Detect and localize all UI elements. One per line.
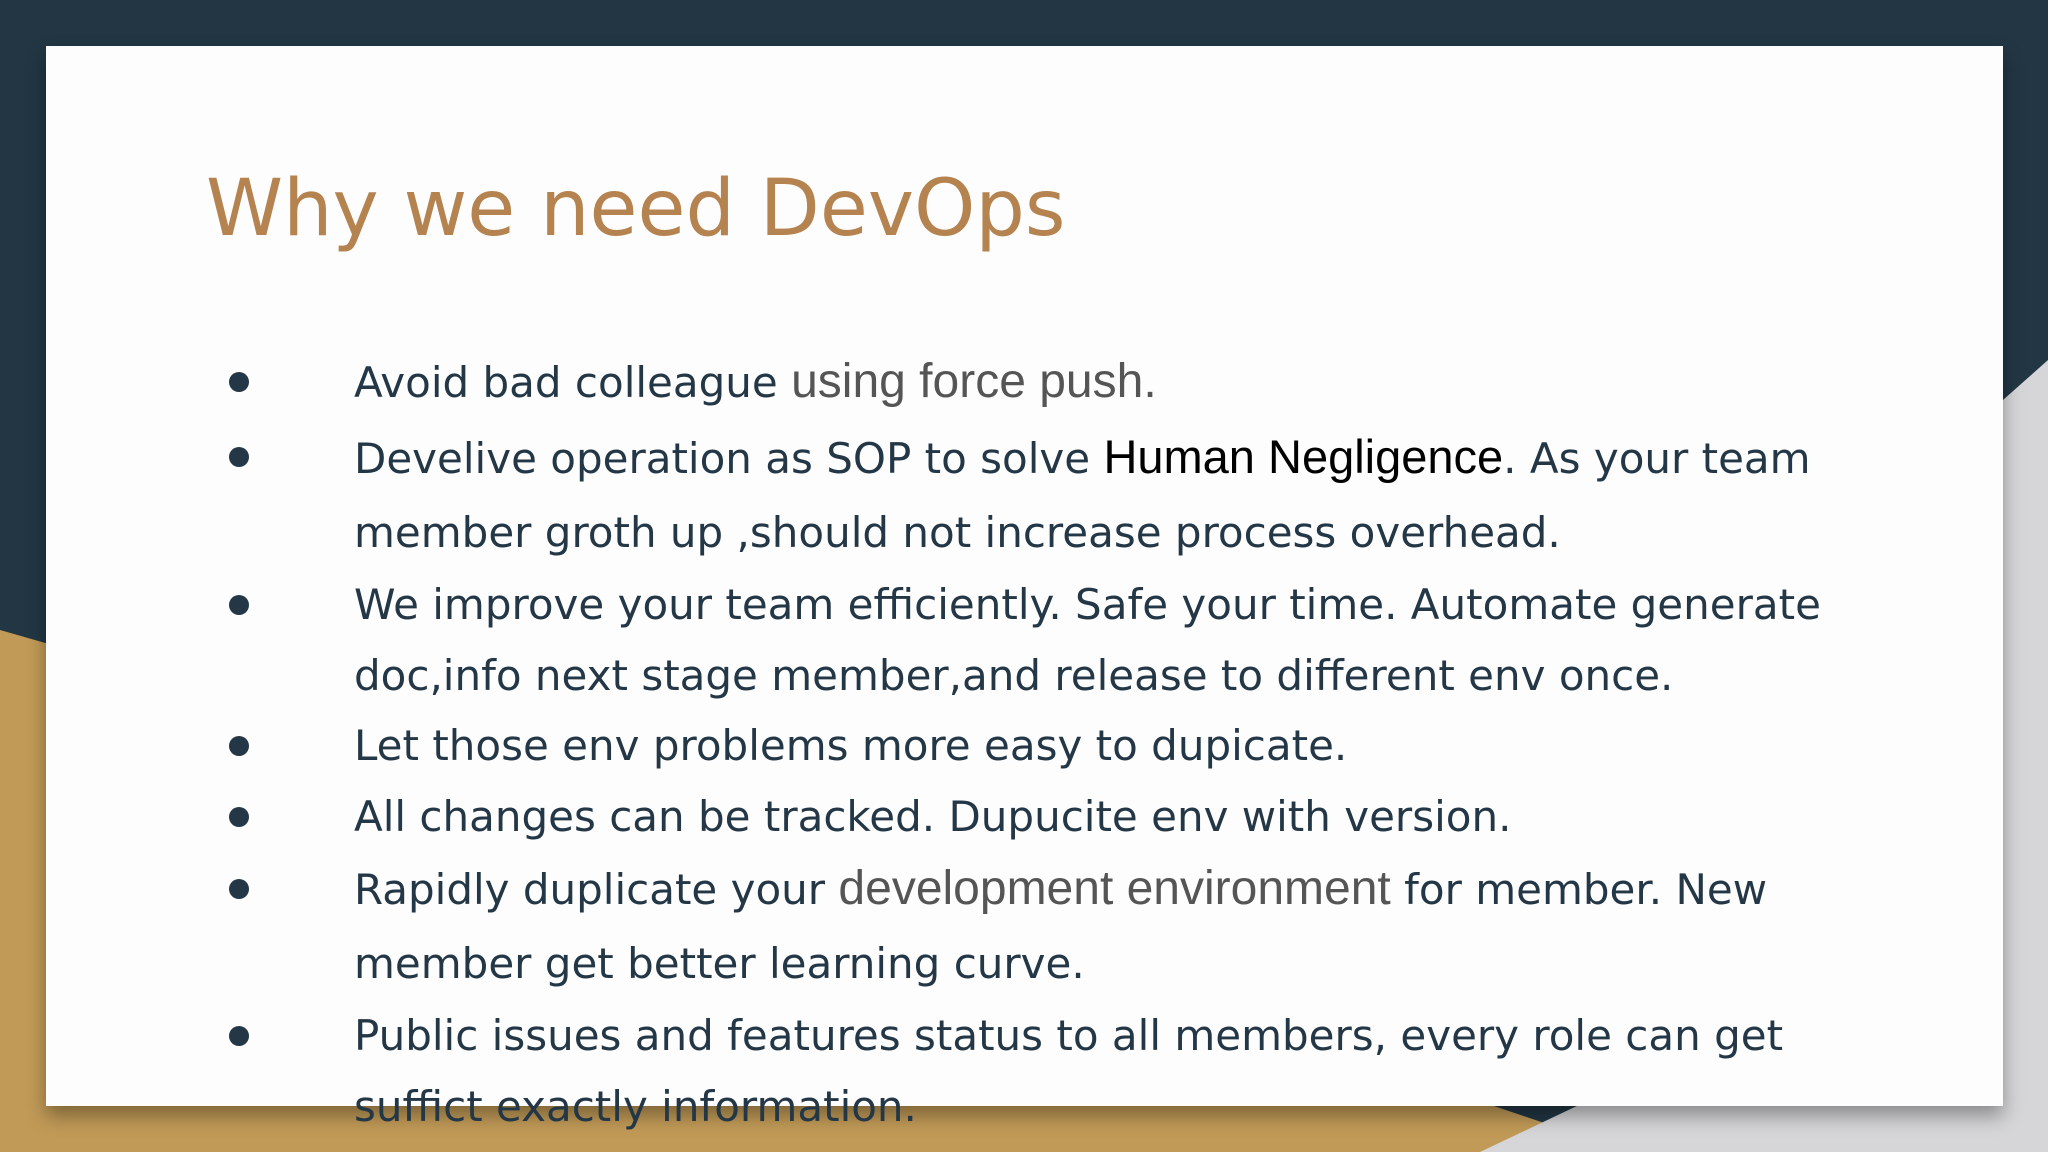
bullet-dot-icon	[229, 447, 249, 467]
bullet-dot-icon	[229, 372, 249, 392]
slide-title: Why we need DevOps	[206, 164, 1066, 254]
bullet-text-segment: Avoid bad colleague	[354, 358, 792, 407]
bullet-text-segment: We improve your team efficiently. Safe y…	[354, 580, 1821, 700]
bullet-text-segment: Rapidly duplicate your	[354, 865, 839, 914]
bullet-item: We improve your team efficiently. Safe y…	[229, 570, 1919, 711]
slide-card: Why we need DevOps Avoid bad colleague u…	[46, 46, 2003, 1131]
bullet-text-segment: Develive operation as SOP to solve	[354, 434, 1104, 483]
bullet-item: Develive operation as SOP to solve Human…	[229, 420, 1919, 570]
bullet-item: All changes can be tracked. Dupucite env…	[229, 782, 1919, 853]
bullet-item: Rapidly duplicate your development envir…	[229, 852, 1919, 1001]
bullet-dot-icon	[229, 595, 249, 615]
bullet-dot-icon	[229, 1026, 249, 1046]
bullet-text-segment: Let those env problems more easy to dupi…	[354, 721, 1348, 770]
bullet-dot-icon	[229, 879, 249, 899]
bullet-dot-icon	[229, 806, 249, 827]
bullet-text-segment: development environment	[838, 862, 1391, 915]
bullet-text-segment: Public issues and features status to all…	[354, 1011, 1784, 1131]
bullet-item: Avoid bad colleague using force push.	[229, 345, 1919, 420]
bullet-item: Let those env problems more easy to dupi…	[229, 711, 1919, 782]
bullet-text-segment: All changes can be tracked. Dupucite env…	[354, 791, 1512, 841]
bullet-text-segment: using force push.	[791, 355, 1157, 408]
bullet-item: Public issues and features status to all…	[229, 1001, 1919, 1142]
bullet-text-segment: Human Negligence	[1103, 430, 1504, 483]
bullet-list: Avoid bad colleague using force push. Dev…	[229, 345, 1919, 1142]
bullet-dot-icon	[229, 736, 249, 756]
